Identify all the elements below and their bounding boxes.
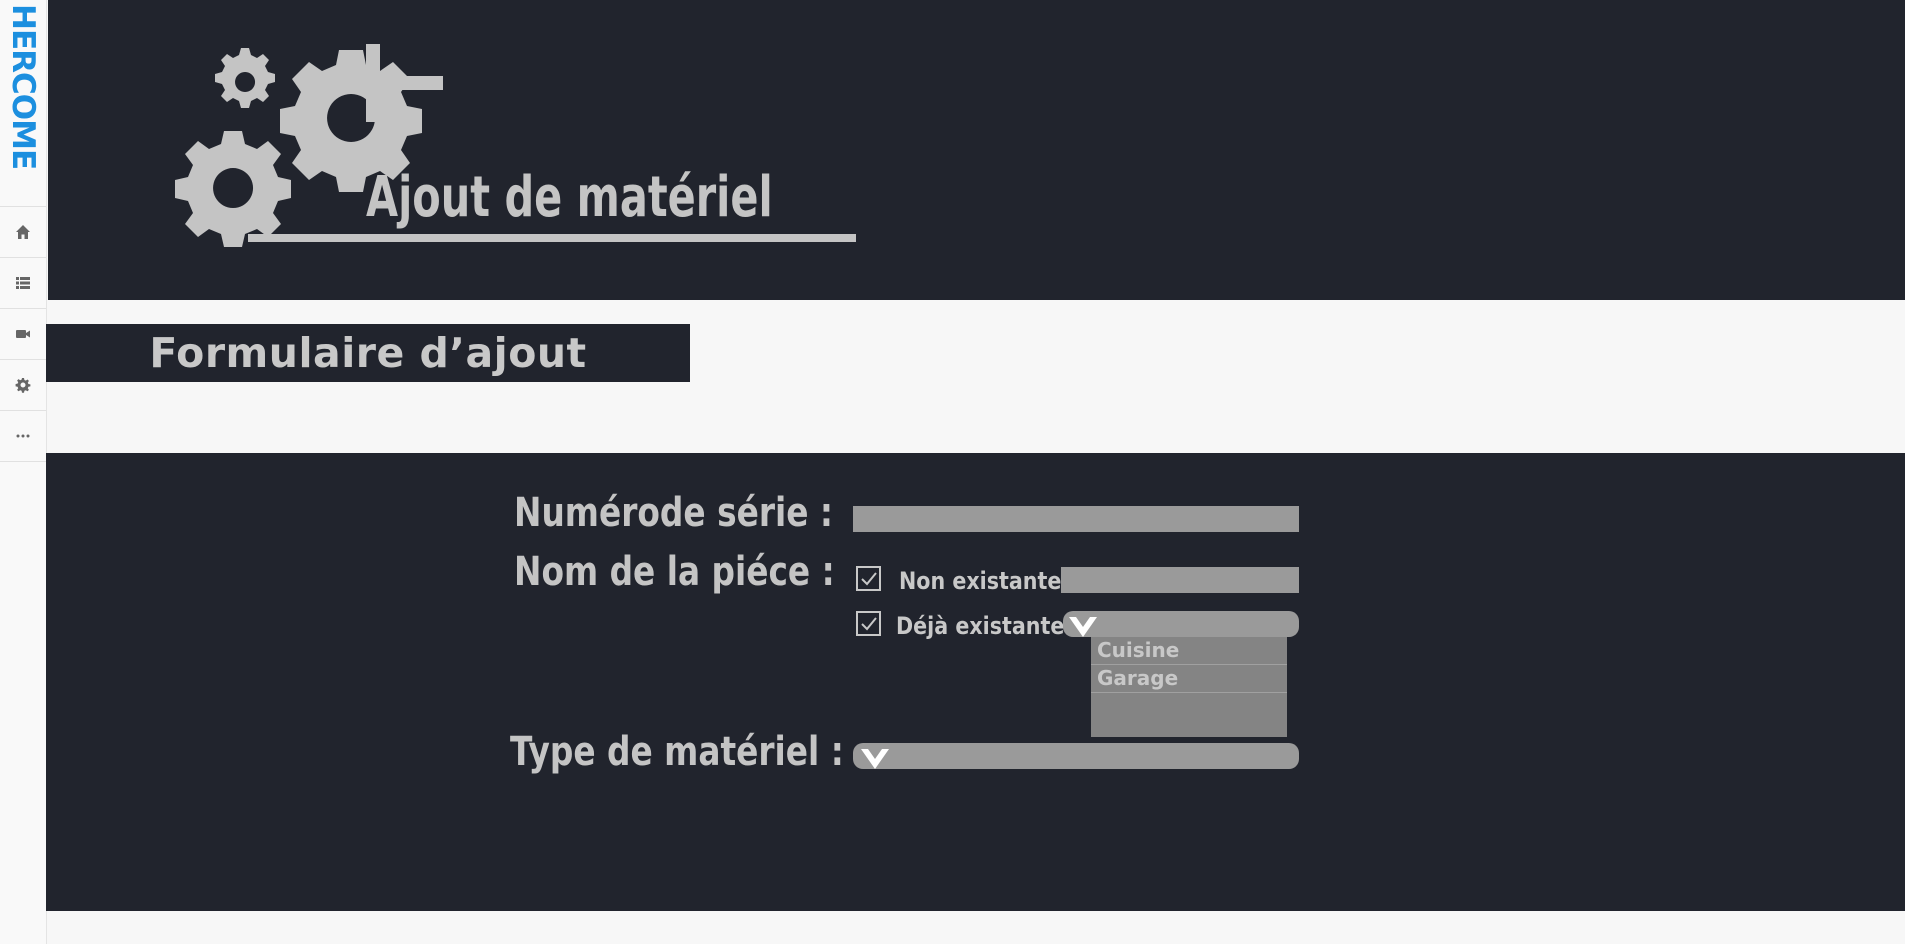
page-header: Ajout de matériel	[48, 0, 1905, 300]
dropdown-option[interactable]: Garage	[1091, 665, 1287, 693]
existing-checkbox[interactable]	[856, 611, 881, 636]
list-icon	[16, 277, 30, 289]
chevron-down-icon	[861, 749, 889, 769]
non-existing-checkbox[interactable]	[856, 566, 881, 591]
more-dots-icon	[16, 434, 30, 438]
dropdown-option[interactable]: Cuisine	[1091, 637, 1287, 665]
home-icon	[16, 225, 30, 239]
section-title: Formulaire d’ajout	[149, 329, 587, 377]
checkmark-icon	[861, 572, 877, 586]
video-camera-icon	[16, 330, 30, 338]
sidebar: HERCOME	[0, 0, 47, 944]
sidebar-item-settings[interactable]	[0, 359, 46, 410]
sidebar-item-home[interactable]	[0, 206, 46, 257]
piece-name-label: Nom de la piéce :	[514, 549, 835, 595]
title-underline	[248, 234, 856, 242]
new-piece-input[interactable]	[1061, 567, 1299, 593]
existing-piece-dropdown: Cuisine Garage	[1091, 637, 1287, 737]
sidebar-item-camera[interactable]	[0, 308, 46, 359]
sidebar-item-list[interactable]	[0, 257, 46, 308]
add-form-panel: Numérode série : Nom de la piéce : Non e…	[46, 453, 1905, 911]
sidebar-item-more[interactable]	[0, 410, 46, 462]
brand-logo[interactable]: HERCOME	[0, 0, 46, 200]
serial-number-input[interactable]	[853, 506, 1299, 532]
checkmark-icon	[861, 617, 877, 631]
material-type-select[interactable]	[853, 743, 1299, 769]
existing-label: Déjà existante	[896, 612, 1065, 640]
gear-icon	[15, 378, 31, 393]
existing-piece-select[interactable]	[1063, 611, 1299, 637]
serial-number-label: Numérode série :	[514, 490, 834, 536]
brand-name: HERCOME	[5, 4, 41, 170]
chevron-down-icon	[1069, 617, 1097, 637]
material-type-label: Type de matériel :	[510, 729, 844, 775]
page-title: Ajout de matériel	[366, 165, 773, 230]
non-existing-label: Non existante	[899, 567, 1062, 595]
section-title-bar: Formulaire d’ajout	[46, 324, 690, 382]
